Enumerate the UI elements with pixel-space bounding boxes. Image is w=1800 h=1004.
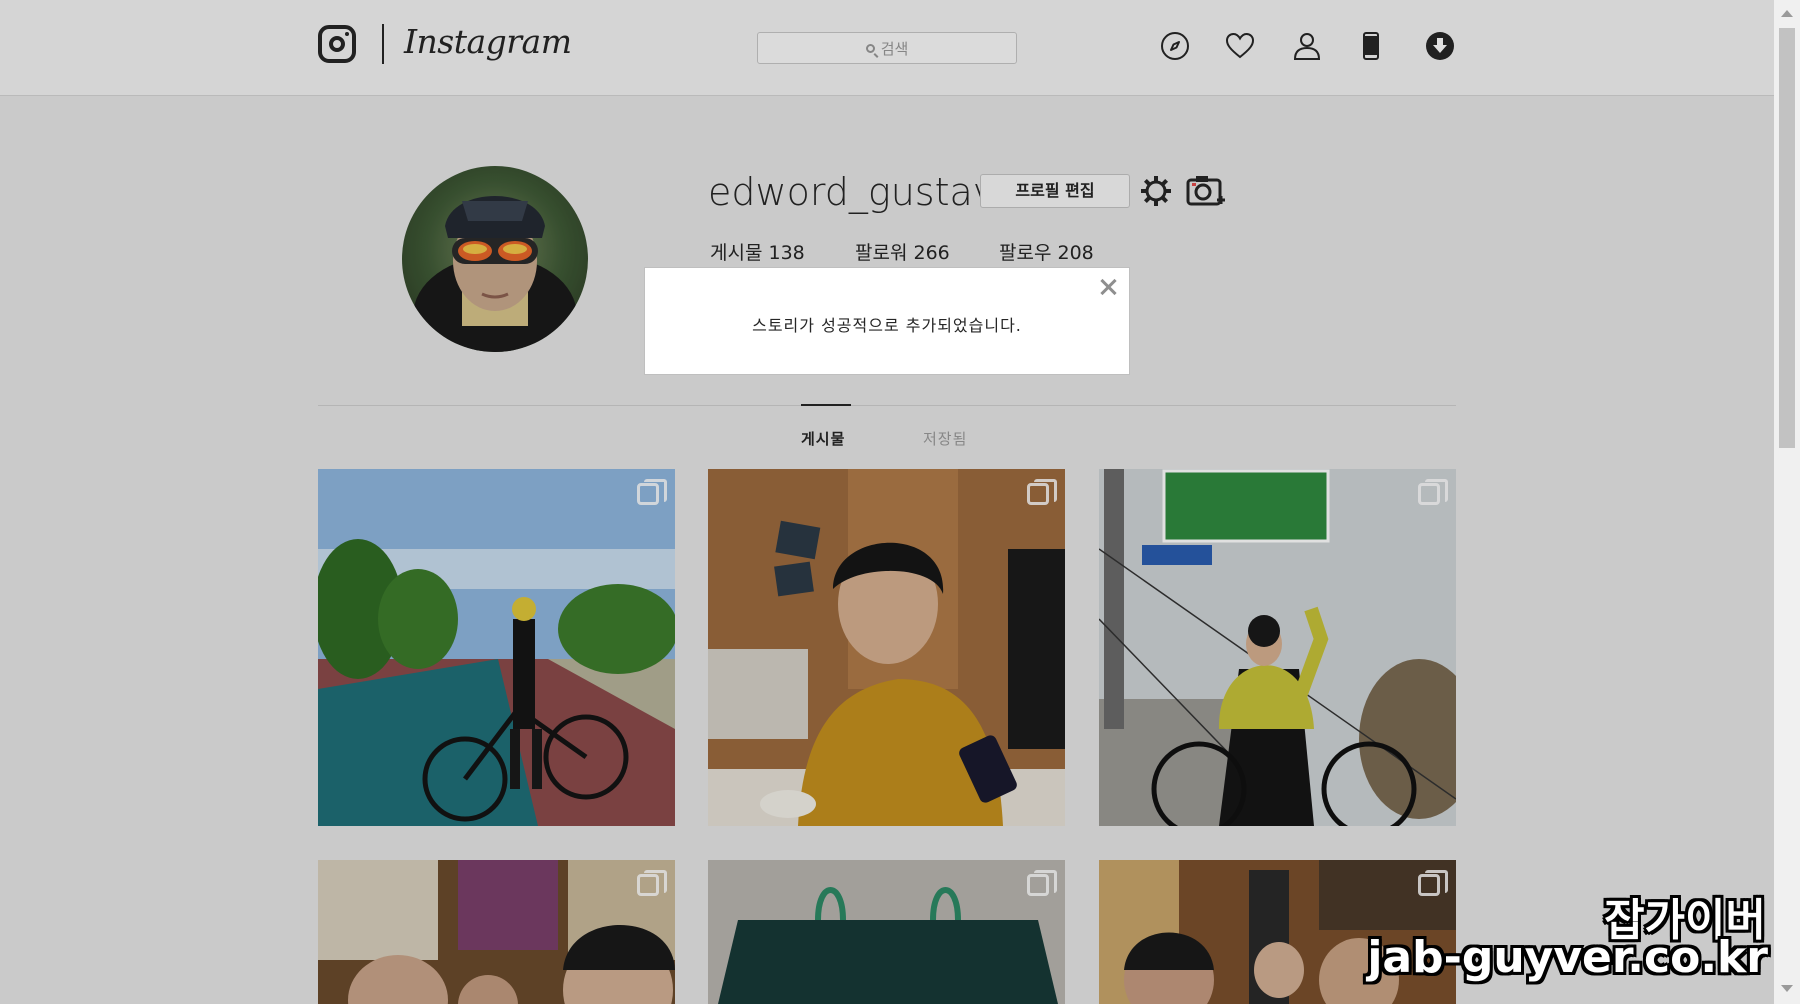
dialog-message: 스토리가 성공적으로 추가되었습니다. [752,316,1022,335]
modal-backdrop[interactable] [0,0,1774,1004]
close-icon[interactable] [1097,276,1119,298]
scroll-down-arrow-icon[interactable] [1781,985,1793,992]
watermark-url: jab-guyver.co.kr [1367,932,1768,983]
vertical-scrollbar[interactable] [1774,0,1800,1004]
story-added-dialog: 스토리가 성공적으로 추가되었습니다. [645,268,1129,374]
scroll-thumb[interactable] [1779,28,1795,448]
scroll-up-arrow-icon[interactable] [1781,10,1793,17]
